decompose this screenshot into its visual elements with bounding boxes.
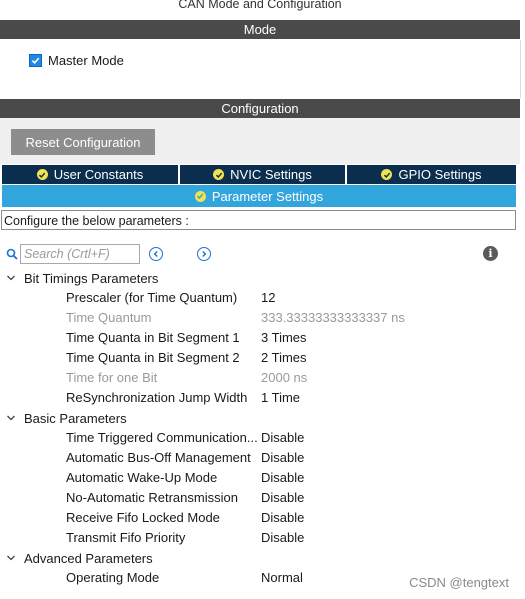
- param-name: Time Triggered Communication...: [66, 430, 258, 445]
- chevron-down-icon: [7, 555, 15, 561]
- param-name: Time Quanta in Bit Segment 1: [66, 330, 240, 345]
- param-name: ReSynchronization Jump Width: [66, 390, 248, 405]
- param-value[interactable]: 2 Times: [261, 350, 307, 365]
- check-circle-icon: [213, 169, 225, 180]
- tab-user-constants[interactable]: User Constants: [2, 165, 178, 184]
- tab-label: NVIC Settings: [230, 167, 312, 182]
- param-name: Automatic Bus-Off Management: [66, 450, 251, 465]
- param-row[interactable]: Receive Fifo Locked Mode Disable: [0, 508, 520, 528]
- check-circle-icon: [36, 169, 48, 180]
- param-name: Prescaler (for Time Quantum): [66, 290, 238, 305]
- tab-parameter-settings[interactable]: Parameter Settings: [2, 185, 516, 207]
- chevron-right-icon: [202, 250, 207, 258]
- param-value[interactable]: Disable: [261, 530, 304, 545]
- configuration-section-header: Configuration: [0, 99, 520, 118]
- check-circle-icon: [194, 190, 206, 202]
- check-circle-icon: [381, 169, 393, 180]
- chevron-down-icon: [7, 275, 15, 281]
- param-row[interactable]: Time Quanta in Bit Segment 1 3 Times: [0, 328, 520, 348]
- parameters-description: Configure the below parameters :: [1, 210, 516, 230]
- group-label: Basic Parameters: [24, 410, 127, 426]
- group-advanced-parameters[interactable]: Advanced Parameters: [0, 548, 153, 568]
- param-value[interactable]: Disable: [261, 430, 304, 445]
- chevron-down-icon: [7, 415, 15, 421]
- param-value[interactable]: Normal: [261, 570, 303, 585]
- param-name: Transmit Fifo Priority: [66, 530, 186, 545]
- param-row[interactable]: Transmit Fifo Priority Disable: [0, 528, 520, 548]
- master-mode-checkbox[interactable]: [29, 54, 42, 67]
- tab-label: User Constants: [53, 167, 144, 182]
- tab-gpio-settings[interactable]: GPIO Settings: [347, 165, 516, 184]
- param-value[interactable]: 1 Time: [261, 390, 300, 405]
- mode-section-header: Mode: [0, 20, 520, 39]
- search-previous-button[interactable]: [149, 247, 163, 261]
- param-row: Time for one Bit 2000 ns: [0, 368, 520, 388]
- search-input[interactable]: [20, 244, 140, 264]
- param-name: Time Quanta in Bit Segment 2: [66, 350, 240, 365]
- param-row[interactable]: No-Automatic Retransmission Disable: [0, 488, 520, 508]
- param-row[interactable]: ReSynchronization Jump Width 1 Time: [0, 388, 520, 408]
- watermark: CSDN @tengtext: [409, 575, 509, 590]
- group-basic-parameters[interactable]: Basic Parameters: [0, 408, 127, 428]
- master-mode-label: Master Mode: [48, 53, 124, 68]
- param-value: 2000 ns: [261, 370, 308, 385]
- param-value[interactable]: Disable: [261, 450, 304, 465]
- group-label: Bit Timings Parameters: [24, 270, 159, 286]
- group-label: Advanced Parameters: [24, 550, 153, 566]
- param-row: Time Quantum 333.33333333333337 ns: [0, 308, 520, 328]
- param-row[interactable]: Automatic Bus-Off Management Disable: [0, 448, 520, 468]
- tab-label: GPIO Settings: [398, 167, 482, 182]
- param-name: Receive Fifo Locked Mode: [66, 510, 220, 525]
- param-value[interactable]: 3 Times: [261, 330, 307, 345]
- param-value[interactable]: Disable: [261, 490, 304, 505]
- param-value[interactable]: 12: [261, 290, 275, 305]
- checkmark-icon: [31, 57, 40, 65]
- tab-nvic-settings[interactable]: NVIC Settings: [180, 165, 345, 184]
- chevron-left-icon: [153, 250, 158, 258]
- search-next-button[interactable]: [197, 247, 211, 261]
- search-icon: [6, 248, 18, 260]
- param-name: Time Quantum: [66, 310, 152, 325]
- param-value[interactable]: Disable: [261, 510, 304, 525]
- param-name: No-Automatic Retransmission: [66, 490, 238, 505]
- info-icon[interactable]: i: [483, 246, 498, 261]
- window-title: CAN Mode and Configuration: [178, 0, 342, 11]
- param-value: 333.33333333333337 ns: [261, 310, 405, 325]
- group-bit-timings[interactable]: Bit Timings Parameters: [0, 268, 158, 288]
- param-name: Automatic Wake-Up Mode: [66, 470, 218, 485]
- tab-label: Parameter Settings: [211, 188, 324, 204]
- param-row[interactable]: Prescaler (for Time Quantum) 12: [0, 288, 520, 308]
- param-row[interactable]: Time Triggered Communication... Disable: [0, 428, 520, 448]
- param-value[interactable]: Disable: [261, 470, 304, 485]
- param-name: Time for one Bit: [66, 370, 158, 385]
- param-name: Operating Mode: [66, 570, 160, 585]
- reset-configuration-button[interactable]: Reset Configuration: [11, 129, 155, 155]
- master-mode-option[interactable]: Master Mode: [29, 53, 124, 68]
- param-row[interactable]: Time Quanta in Bit Segment 2 2 Times: [0, 348, 520, 368]
- mode-panel: Master Mode: [0, 40, 521, 98]
- param-row[interactable]: Automatic Wake-Up Mode Disable: [0, 468, 520, 488]
